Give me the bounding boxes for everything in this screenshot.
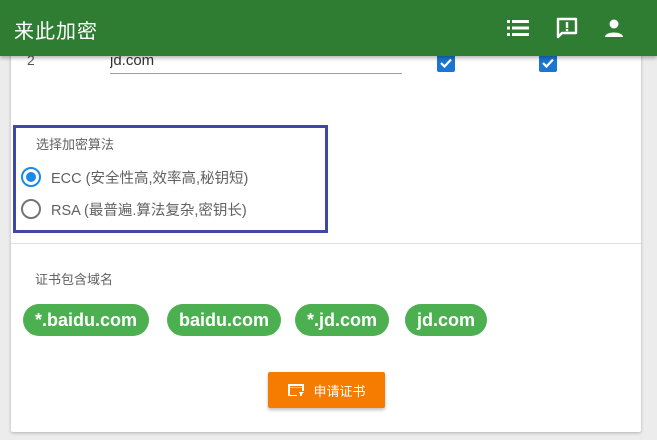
domain-chip[interactable]: jd.com xyxy=(405,304,488,336)
radio-option-ecc[interactable]: ECC (安全性高,效率高,秘钥短) xyxy=(21,166,248,188)
radio-button-ecc[interactable] xyxy=(21,167,41,187)
apply-button-label: 申请证书 xyxy=(313,383,366,399)
list-icon[interactable] xyxy=(502,12,534,44)
certificate-domains-label: 证书包含域名 xyxy=(35,272,114,287)
algorithm-label: 选择加密算法 xyxy=(36,137,115,152)
apply-certificate-button[interactable]: 申请证书 xyxy=(268,372,385,408)
radio-button-rsa[interactable] xyxy=(21,199,41,219)
payment-card-icon xyxy=(287,383,305,397)
app-title: 来此加密 xyxy=(14,21,98,43)
check-icon xyxy=(440,58,452,69)
app-bar: 来此加密 xyxy=(0,0,657,56)
account-icon[interactable] xyxy=(598,12,630,44)
row-checkbox-2[interactable] xyxy=(539,54,557,72)
domain-chip[interactable]: *.jd.com xyxy=(295,304,390,336)
domain-chip[interactable]: baidu.com xyxy=(167,304,282,336)
domain-chip[interactable]: *.baidu.com xyxy=(23,304,150,336)
radio-label-ecc: ECC (安全性高,效率高,秘钥短) xyxy=(51,170,249,187)
row-checkbox-1[interactable] xyxy=(437,54,455,72)
radio-label-rsa: RSA (最普遍.算法复杂,密钥长) xyxy=(51,202,247,219)
radio-option-rsa[interactable]: RSA (最普遍.算法复杂,密钥长) xyxy=(21,198,247,220)
check-icon xyxy=(542,58,554,69)
section-divider xyxy=(11,243,641,244)
feedback-icon[interactable] xyxy=(551,12,583,44)
